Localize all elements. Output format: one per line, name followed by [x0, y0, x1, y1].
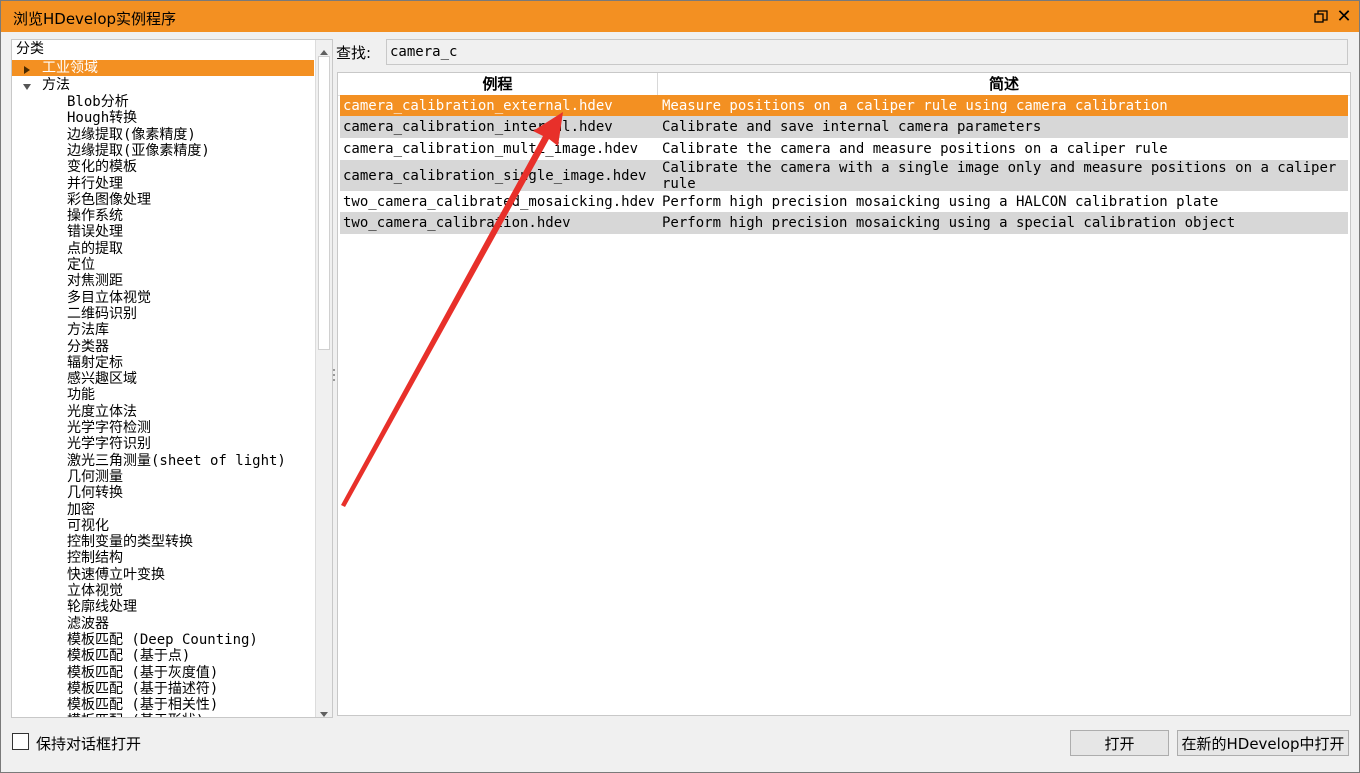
- table-row[interactable]: two_camera_calibrated_mosaicking.hdev Per…: [340, 191, 1348, 212]
- tree-header: 分类: [16, 41, 44, 57]
- cell-program: camera_calibration_internal.hdev: [343, 119, 613, 135]
- expand-arrow-icon[interactable]: [22, 63, 32, 74]
- tree-item-method[interactable]: 模板匹配 (基于描述符): [67, 681, 218, 697]
- keep-dialog-checkbox[interactable]: [12, 733, 29, 750]
- cell-program: camera_calibration_external.hdev: [343, 97, 613, 114]
- tree-item-method[interactable]: 控制结构: [67, 550, 123, 566]
- scroll-up-icon[interactable]: [319, 43, 329, 55]
- dialog-window: 浏览HDevelop实例程序 ✕ 分类 工业领域 方法 Blob分析 Hough…: [0, 0, 1360, 773]
- tree-item-method[interactable]: 可视化: [67, 518, 109, 534]
- tree-item-method[interactable]: 几何转换: [67, 485, 123, 501]
- tree-item-method[interactable]: 方法库: [67, 322, 109, 338]
- tree-item-label: 工业领域: [42, 60, 98, 76]
- tree-item-method[interactable]: 加密: [67, 502, 95, 518]
- splitter-handle[interactable]: [333, 367, 336, 387]
- tree-item-method[interactable]: 功能: [67, 387, 95, 403]
- tree-item-method[interactable]: 点的提取: [67, 241, 123, 257]
- tree-item-method[interactable]: 光学字符检测: [67, 420, 151, 436]
- tree-item-method[interactable]: 二维码识别: [67, 306, 137, 322]
- tree-item-method[interactable]: Hough转换: [67, 110, 137, 126]
- tree-item-method[interactable]: 模板匹配 (基于相关性): [67, 697, 218, 713]
- tree-item-method[interactable]: 变化的模板: [67, 159, 137, 175]
- tree-item-methods[interactable]: 方法: [12, 77, 314, 93]
- cell-description: Calibrate and save internal camera param…: [662, 119, 1042, 135]
- tree-item-method[interactable]: 模板匹配 (Deep Counting): [67, 632, 258, 648]
- open-in-new-hdevelop-button[interactable]: 在新的HDevelop中打开: [1177, 730, 1349, 756]
- tree-item-method[interactable]: 分类器: [67, 339, 109, 355]
- table-row[interactable]: camera_calibration_multi_image.hdev Calib…: [340, 138, 1348, 160]
- table-row[interactable]: camera_calibration_single_image.hdev Cali…: [340, 160, 1348, 192]
- column-header-program[interactable]: 例程: [338, 73, 658, 95]
- tree-item-industry[interactable]: 工业领域: [12, 60, 314, 76]
- tree-item-method[interactable]: 辐射定标: [67, 355, 123, 371]
- cell-program: two_camera_calibration.hdev: [343, 215, 571, 231]
- tree-item-method[interactable]: 光度立体法: [67, 404, 137, 420]
- tree-item-method[interactable]: 彩色图像处理: [67, 192, 151, 208]
- table-row[interactable]: camera_calibration_external.hdev Measure …: [340, 95, 1348, 116]
- scroll-thumb[interactable]: [318, 56, 330, 350]
- tree-item-method[interactable]: 快速傅立叶变换: [67, 567, 165, 583]
- tree-item-method[interactable]: 感兴趣区域: [67, 371, 137, 387]
- cell-description: Perform high precision mosaicking using …: [662, 215, 1236, 231]
- window-title: 浏览HDevelop实例程序: [13, 10, 177, 28]
- tree-item-method[interactable]: 几何测量: [67, 469, 123, 485]
- tree-item-method[interactable]: 模板匹配 (基于形状): [67, 713, 204, 717]
- tree-item-method[interactable]: 对焦测距: [67, 273, 123, 289]
- tree-item-method[interactable]: 光学字符识别: [67, 436, 151, 452]
- tree-item-method[interactable]: 激光三角测量(sheet of light): [67, 453, 286, 469]
- tree-item-method[interactable]: 并行处理: [67, 176, 123, 192]
- tree-item-method[interactable]: 立体视觉: [67, 583, 123, 599]
- open-button[interactable]: 打开: [1070, 730, 1169, 756]
- search-label: 查找:: [336, 44, 372, 62]
- tree-item-method[interactable]: 边缘提取(像素精度): [67, 127, 196, 143]
- tree-item-method[interactable]: 轮廓线处理: [67, 599, 137, 615]
- tree-item-method[interactable]: Blob分析: [67, 94, 129, 110]
- tree-item-method[interactable]: 定位: [67, 257, 95, 273]
- column-header-description[interactable]: 简述: [658, 73, 1350, 95]
- cell-program: two_camera_calibrated_mosaicking.hdev: [343, 193, 655, 210]
- cell-description: Measure positions on a caliper rule usin…: [662, 97, 1168, 114]
- cell-program: camera_calibration_single_image.hdev: [343, 167, 647, 184]
- tree-scrollbar[interactable]: [315, 40, 332, 717]
- tree-item-method[interactable]: 边缘提取(亚像素精度): [67, 143, 210, 159]
- tree-item-method[interactable]: 模板匹配 (基于点): [67, 648, 190, 664]
- category-tree[interactable]: 分类 工业领域 方法 Blob分析 Hough转换 边缘提取(像素精度) 边缘提取(亚…: [11, 39, 333, 718]
- cell-description: Calibrate the camera and measure positio…: [662, 141, 1168, 157]
- restore-window-icon[interactable]: [1311, 7, 1331, 27]
- tree-item-method[interactable]: 滤波器: [67, 616, 109, 632]
- tree-item-method[interactable]: 多目立体视觉: [67, 290, 151, 306]
- cell-description: Perform high precision mosaicking using …: [662, 193, 1219, 210]
- tree-item-method[interactable]: 错误处理: [67, 224, 123, 240]
- keep-dialog-label: 保持对话框打开: [36, 735, 142, 753]
- cell-description: Calibrate the camera with a single image…: [662, 160, 1337, 192]
- search-input[interactable]: [386, 39, 1348, 65]
- table-row[interactable]: camera_calibration_internal.hdev Calibrat…: [340, 116, 1348, 138]
- collapse-arrow-icon[interactable]: [22, 80, 32, 90]
- tree-item-label: 方法: [42, 77, 70, 93]
- tree-item-method[interactable]: 控制变量的类型转换: [67, 534, 193, 550]
- tree-item-method[interactable]: 模板匹配 (基于灰度值): [67, 665, 218, 681]
- tree-item-method[interactable]: 操作系统: [67, 208, 123, 224]
- table-row[interactable]: two_camera_calibration.hdev Perform high …: [340, 212, 1348, 234]
- close-icon[interactable]: ✕: [1334, 7, 1354, 27]
- scroll-down-icon[interactable]: [319, 704, 329, 717]
- title-bar[interactable]: 浏览HDevelop实例程序 ✕: [1, 1, 1359, 32]
- examples-table[interactable]: 例程 简述 camera_calibration_external.hdev Me…: [337, 72, 1351, 716]
- cell-program: camera_calibration_multi_image.hdev: [343, 141, 639, 157]
- table-header: 例程 简述: [338, 73, 1350, 96]
